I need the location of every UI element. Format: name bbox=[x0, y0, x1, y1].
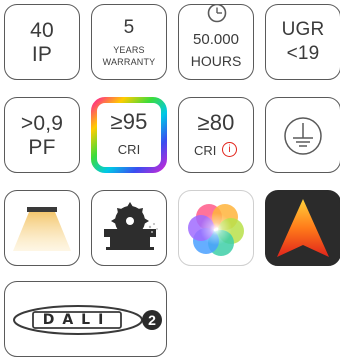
ip-rating-tile: 40 IP bbox=[4, 4, 80, 80]
cri95-tile: ≥95 CRI bbox=[91, 97, 167, 173]
info-warning-icon: i bbox=[222, 142, 237, 157]
ugr-tile: UGR <19 bbox=[265, 4, 340, 80]
saw-tile bbox=[91, 190, 167, 266]
cri80-value: ≥80 bbox=[197, 110, 235, 135]
app-tile bbox=[265, 190, 340, 266]
warranty-tile: 5 YEARS WARRANTY bbox=[91, 4, 167, 80]
ip-value: 40 bbox=[30, 19, 54, 42]
app-logo-icon bbox=[277, 199, 329, 257]
circular-saw-icon bbox=[104, 202, 158, 250]
color-tile bbox=[178, 190, 254, 266]
dali-version: 2 bbox=[148, 312, 156, 328]
warranty-years-label: YEARS bbox=[113, 45, 145, 55]
warranty-label: WARRANTY bbox=[102, 57, 156, 67]
protective-earth-icon bbox=[284, 117, 322, 155]
lifetime-hours-tile: 50.000 HOURS bbox=[178, 4, 254, 80]
color-wheel-icon bbox=[188, 204, 244, 256]
cri80-tile: ≥80 CRI i bbox=[178, 97, 254, 173]
dali-tile: DALI 2 bbox=[4, 281, 167, 357]
cri95-value: ≥95 bbox=[110, 109, 148, 134]
hours-label: HOURS bbox=[190, 53, 242, 69]
power-factor-tile: >0,9 PF bbox=[4, 97, 80, 173]
cri95-label: CRI bbox=[117, 142, 141, 157]
pf-value: >0,9 bbox=[20, 112, 64, 135]
cri80-label: CRI bbox=[194, 143, 217, 158]
pf-label: PF bbox=[28, 136, 56, 159]
dali-label: DALI bbox=[42, 312, 112, 328]
ugr-label: UGR bbox=[281, 19, 325, 40]
ugr-value: <19 bbox=[286, 43, 320, 64]
downlight-beam-icon bbox=[13, 207, 71, 251]
warranty-years: 5 bbox=[123, 17, 135, 38]
ip-label: IP bbox=[31, 43, 53, 66]
protective-earth-tile bbox=[265, 97, 340, 173]
beam-tile bbox=[4, 190, 80, 266]
hours-value: 50.000 bbox=[193, 31, 239, 48]
